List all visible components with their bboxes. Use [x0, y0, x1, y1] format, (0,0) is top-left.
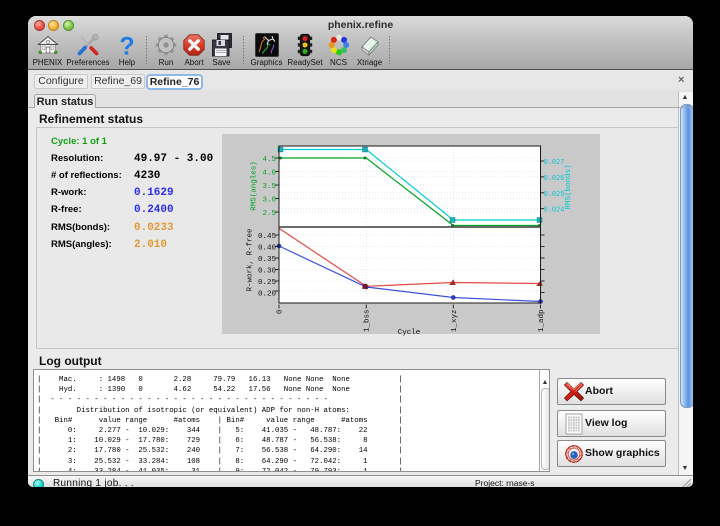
svg-text:4.5: 4.5 — [262, 156, 276, 164]
svg-text:0.024: 0.024 — [544, 207, 565, 215]
svg-text:0.30: 0.30 — [258, 268, 277, 276]
svg-text:RMS(bonds): RMS(bonds) — [565, 164, 573, 209]
svg-text:0.20: 0.20 — [258, 291, 277, 299]
svg-text:1_xyz: 1_xyz — [451, 310, 459, 333]
svg-text:0.40: 0.40 — [258, 245, 277, 253]
svg-text:1_adp: 1_adp — [538, 310, 546, 333]
svg-text:0: 0 — [277, 309, 285, 314]
svg-text:0.45: 0.45 — [258, 233, 277, 241]
svg-text:4.0: 4.0 — [262, 170, 276, 178]
svg-text:R-work, R-free: R-work, R-free — [247, 228, 255, 291]
svg-text:0.25: 0.25 — [258, 279, 277, 287]
svg-text:?: ? — [119, 33, 134, 57]
svg-text:0.027: 0.027 — [544, 159, 565, 167]
svg-text:Cycle: Cycle — [398, 329, 421, 336]
svg-text:RMS(angles): RMS(angles) — [251, 161, 259, 211]
svg-text:0.025: 0.025 — [544, 191, 565, 199]
svg-text:3.5: 3.5 — [262, 183, 276, 191]
svg-text:3.0: 3.0 — [262, 197, 276, 205]
svg-text:2.5: 2.5 — [262, 210, 276, 218]
svg-text:0.35: 0.35 — [258, 256, 277, 264]
svg-text:0.026: 0.026 — [544, 175, 565, 183]
svg-text:1_bss: 1_bss — [364, 310, 372, 333]
